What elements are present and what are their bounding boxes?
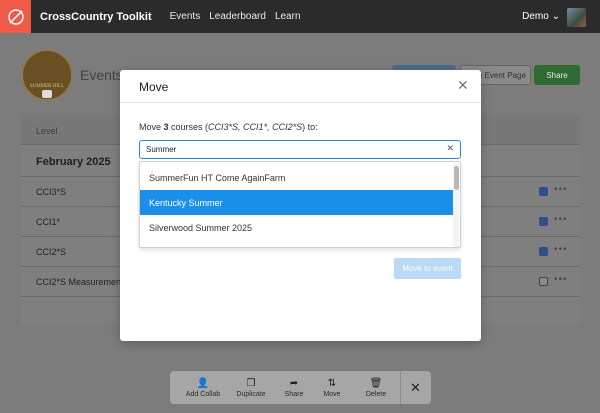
app-title[interactable]: CrossCountry Toolkit: [40, 11, 152, 23]
course-name: CCI2*S: [36, 247, 67, 257]
duplicate-label: Duplicate: [236, 390, 266, 398]
move-modal: Move ✕ Move 3 courses (CCI3*S, CCI1*, CC…: [120, 70, 481, 341]
nav-link-learn[interactable]: Learn: [275, 11, 301, 22]
modal-title: Move: [139, 80, 169, 94]
level-column-header: Level: [36, 126, 58, 136]
move-icon: ⇅: [327, 377, 337, 389]
clear-icon[interactable]: ✕: [446, 143, 454, 154]
course-list: CCI3*S, CCI1*, CCI2*S: [208, 122, 303, 132]
move-label: Move: [323, 390, 341, 398]
row-checkbox[interactable]: [539, 187, 548, 196]
move-button[interactable]: ⇅ Move: [312, 371, 352, 404]
desc-middle: courses (: [168, 122, 209, 132]
more-icon[interactable]: •••: [554, 184, 568, 195]
move-description: Move 3 courses (CCI3*S, CCI1*, CCI2*S) t…: [139, 122, 318, 132]
share-icon: ➦: [289, 377, 299, 389]
dropdown-scroll-thumb[interactable]: [454, 166, 459, 190]
desc-suffix: ) to:: [302, 122, 318, 132]
nav-link-leaderboard[interactable]: Leaderboard: [209, 11, 266, 22]
course-name: CCI3*S: [36, 187, 67, 197]
desc-prefix: Move: [139, 122, 164, 132]
add-user-icon: 👤: [196, 377, 210, 389]
row-checkbox[interactable]: [539, 277, 548, 286]
search-value: Summer: [146, 145, 177, 154]
event-dropdown: SummerFun HT Come AgainFarm Kentucky Sum…: [139, 161, 461, 248]
course-name: CCI1*: [36, 217, 61, 227]
dropdown-option[interactable]: SummerFun HT Come AgainFarm: [140, 165, 454, 190]
camera-icon[interactable]: [42, 90, 52, 98]
dropdown-option-selected[interactable]: Kentucky Summer: [140, 190, 454, 215]
close-icon[interactable]: ✕: [457, 77, 469, 94]
add-collab-label: Add Collab: [185, 390, 221, 398]
close-toolbar-button[interactable]: ✕: [400, 371, 430, 404]
dropdown-option[interactable]: Silverwood Summer 2025: [140, 215, 454, 240]
modal-header: Move ✕: [120, 70, 481, 103]
event-search-input[interactable]: Summer ✕: [139, 140, 461, 159]
add-collab-button[interactable]: 👤 Add Collab: [180, 371, 226, 404]
row-checkbox[interactable]: [539, 247, 548, 256]
more-icon[interactable]: •••: [554, 274, 568, 285]
app-logo[interactable]: [0, 0, 31, 33]
user-menu[interactable]: Demo ⌄: [522, 11, 560, 22]
row-checkbox[interactable]: [539, 217, 548, 226]
delete-button[interactable]: 🗑 Delete: [352, 371, 400, 404]
event-avatar-logo-text: SUMMER HILL: [29, 83, 65, 89]
duplicate-icon: ❐: [246, 377, 256, 389]
user-name: Demo: [522, 11, 549, 22]
more-icon[interactable]: •••: [554, 214, 568, 225]
avatar[interactable]: [567, 8, 586, 27]
course-name: CCI2*S Measurements: [36, 277, 129, 287]
share-button-label: Share: [546, 70, 568, 80]
chevron-down-icon: ⌄: [551, 11, 560, 22]
more-icon[interactable]: •••: [554, 244, 568, 255]
share-button[interactable]: Share: [534, 65, 580, 85]
duplicate-button[interactable]: ❐ Duplicate: [226, 371, 276, 404]
nav-link-events[interactable]: Events: [170, 11, 201, 22]
share-toolbar-label: Share: [284, 390, 304, 398]
move-to-event-button[interactable]: Move to event: [394, 258, 461, 279]
delete-icon: 🗑: [369, 377, 383, 389]
logo-icon: [7, 8, 24, 25]
bulk-action-toolbar: 👤 Add Collab ❐ Duplicate ➦ Share ⇅ Move …: [170, 371, 431, 404]
share-toolbar-button[interactable]: ➦ Share: [276, 371, 312, 404]
top-navbar: CrossCountry Toolkit Events Leaderboard …: [0, 0, 600, 33]
delete-label: Delete: [365, 390, 387, 398]
group-label: February 2025: [36, 156, 111, 168]
